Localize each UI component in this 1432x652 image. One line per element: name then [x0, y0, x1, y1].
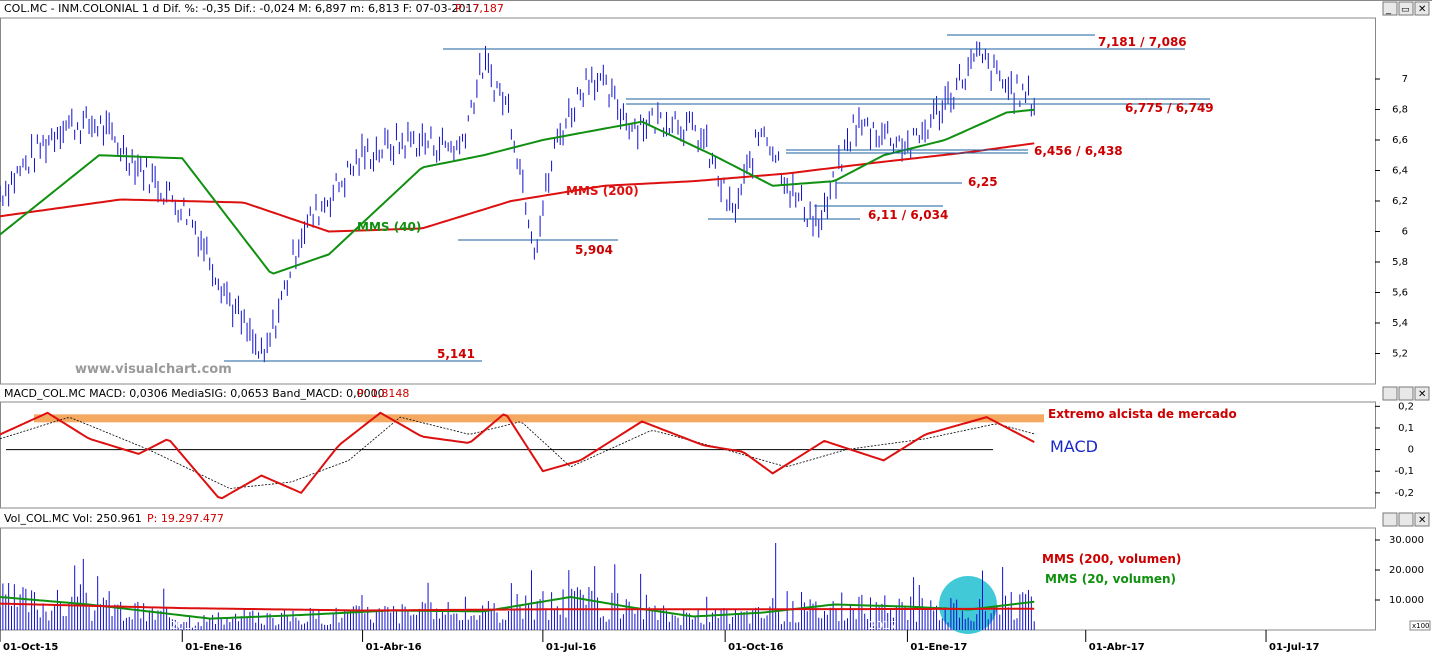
price-y-tick-label-7: 6,6: [1392, 135, 1408, 146]
price-y-tick-label-8: 6,8: [1392, 105, 1408, 116]
macd-y-tick-label-2: 0: [1408, 445, 1414, 456]
level-label-4: 6,11 / 6,034: [868, 208, 948, 222]
vol20-label: MMS (20, volumen): [1045, 572, 1176, 586]
price-panel-controls: _ ▭ ✕: [1382, 1, 1430, 16]
year-marker-2016: 2016: [170, 619, 198, 632]
mms40-label: MMS (40): [357, 220, 421, 234]
level-label-0: 7,181 / 7,086: [1098, 35, 1187, 49]
price-y-tick-label-5: 6,2: [1392, 196, 1408, 207]
vol-maximize-button[interactable]: [1398, 512, 1414, 527]
macd-minimize-button[interactable]: [1382, 386, 1398, 401]
year-marker-2017: 2017: [869, 619, 897, 632]
x-axis: 01-Oct-15 01-Ene-16 01-Abr-16 01-Jul-16 01-O…: [0, 630, 1319, 652]
vol-y-tick-label-1: 20.000: [1389, 565, 1424, 576]
level-label-6: 5,141: [437, 347, 475, 361]
minimize-icon: _: [1385, 4, 1392, 15]
price-y-tick-label-9: 7: [1402, 74, 1408, 85]
vol-y-tick-label-0: 10.000: [1389, 595, 1424, 606]
maximize-icon: ▭: [1401, 5, 1410, 15]
x-tick-label-3: 01-Jul-16: [546, 642, 596, 652]
price-y-tick-label-2: 5,6: [1392, 288, 1408, 299]
extreme-label: Extremo alcista de mercado: [1048, 407, 1237, 421]
extreme-band: [34, 414, 1044, 423]
close-icon: ✕: [1418, 4, 1426, 15]
x-tick-label-1: 01-Ene-16: [185, 642, 242, 652]
price-y-tick-label-1: 5,4: [1392, 318, 1408, 329]
macd-y-tick-label-1: 0,1: [1398, 423, 1414, 434]
volume-header-p: P: 19.297.477: [147, 512, 224, 525]
macd-panel-controls: ✕: [1382, 386, 1430, 401]
vol-close-icon: ✕: [1418, 515, 1426, 526]
mms200-label: MMS (200): [566, 184, 639, 198]
price-y-tick-label-4: 6: [1402, 227, 1408, 238]
x-tick-label-6: 01-Abr-17: [1089, 642, 1145, 652]
price-y-tick-label-3: 5,8: [1392, 257, 1408, 268]
macd-close-icon: ✕: [1418, 389, 1426, 400]
watermark: www.visualchart.com: [75, 362, 232, 377]
macd-y-tick-label-0: 0,2: [1398, 401, 1414, 412]
price-header-p: P : 7,187: [455, 2, 504, 15]
vol200-label: MMS (200, volumen): [1042, 552, 1181, 566]
x-tick-label-7: 01-Jul-17: [1269, 642, 1319, 652]
macd-header: MACD_COL.MC MACD: 0,0306 MediaSIG: 0,065…: [4, 387, 385, 400]
x-tick-label-4: 01-Oct-16: [728, 642, 783, 652]
macd-y-tick-label-4: -0,2: [1394, 488, 1414, 499]
x-tick-label-5: 01-Ene-17: [910, 642, 967, 652]
x-tick-label-0: 01-Oct-15: [3, 642, 58, 652]
macd-label: MACD: [1050, 437, 1098, 456]
macd-maximize-button[interactable]: [1398, 386, 1414, 401]
unit-label: x100: [1412, 622, 1430, 630]
macd-header-p: P: 1,8148: [357, 387, 409, 400]
level-label-1: 6,775 / 6,749: [1125, 101, 1214, 115]
level-label-5: 5,904: [575, 243, 613, 257]
volume-header: Vol_COL.MC Vol: 250.961: [4, 512, 142, 525]
macd-y-tick-label-3: -0,1: [1394, 466, 1414, 477]
panel-frames: [0, 0, 1432, 631]
vol-minimize-button[interactable]: [1382, 512, 1398, 527]
price-y-tick-label-6: 6,4: [1392, 166, 1408, 177]
level-label-2: 6,456 / 6,438: [1034, 144, 1123, 158]
price-y-tick-label-0: 5,2: [1392, 349, 1408, 360]
level-label-3: 6,25: [968, 175, 998, 189]
stock-chart: 5,2 5,4 5,6 5,8 6 6,2 6,4 6,6 6,8 7 7,181 / 7,086 6…: [0, 0, 1432, 652]
vol-y-tick-label-2: 30.000: [1389, 535, 1424, 546]
price-header: COL.MC - INM.COLONIAL 1 d Dif. %: -0,35 …: [4, 2, 480, 15]
x-tick-label-2: 01-Abr-16: [366, 642, 422, 652]
volume-panel-controls: ✕: [1382, 512, 1430, 527]
